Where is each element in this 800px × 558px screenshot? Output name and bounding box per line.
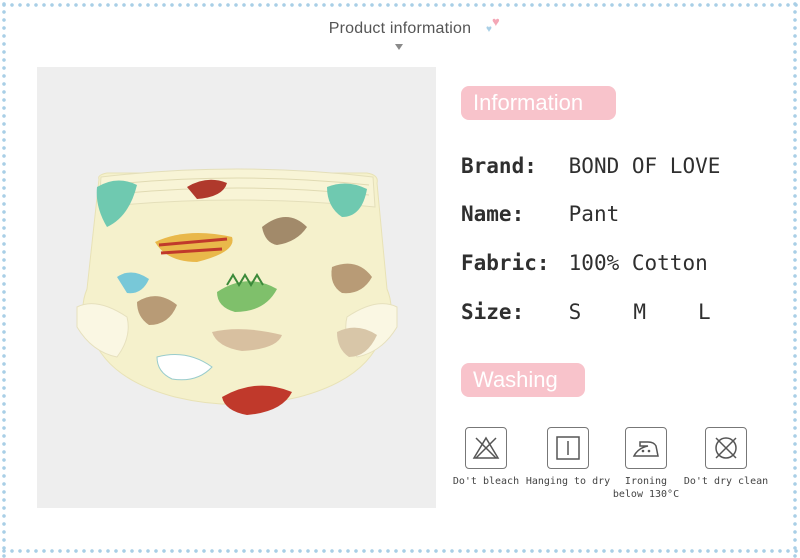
page-title: Product information: [328, 20, 472, 37]
page-header: Product information: [0, 20, 800, 38]
hang-dry-icon: [547, 427, 589, 469]
iron-label-line1: Ironing: [624, 476, 668, 487]
fabric-row: Fabric: 100% Cotton: [461, 251, 708, 275]
hang-dry-label: Hanging to dry: [525, 476, 611, 487]
size-option-l: L: [697, 300, 711, 324]
iron-label: Ironing below 130°C: [601, 475, 691, 501]
product-photo: [37, 67, 436, 508]
brand-row: Brand: BOND OF LOVE: [461, 154, 720, 178]
no-dry-clean-icon: [705, 427, 747, 469]
brand-label: Brand:: [461, 154, 537, 178]
fabric-value: 100% Cotton: [568, 251, 708, 275]
name-row: Name: Pant: [461, 202, 619, 226]
down-arrow-icon: [395, 44, 403, 50]
no-bleach-label: Do't bleach: [452, 476, 520, 487]
iron-icon: [625, 427, 667, 469]
care-no-dry-clean: Do't dry clean: [681, 427, 771, 488]
care-iron: Ironing below 130°C: [601, 427, 691, 501]
washing-heading: Washing: [461, 363, 585, 397]
fabric-label: Fabric:: [461, 251, 550, 275]
dotted-border-top: [0, 2, 800, 8]
size-option-m: M: [633, 300, 646, 324]
size-option-s: S: [568, 300, 582, 324]
size-label: Size:: [461, 300, 525, 324]
information-heading: Information: [461, 86, 616, 120]
hearts-icon: ♥♥: [486, 14, 500, 35]
dotted-border-right: [792, 0, 798, 558]
no-bleach-icon: [465, 427, 507, 469]
brand-value: BOND OF LOVE: [568, 154, 721, 178]
name-value: Pant: [568, 202, 620, 226]
dotted-border-left: [1, 0, 7, 558]
care-no-bleach: Do't bleach: [441, 427, 531, 488]
no-dry-clean-label: Do't dry clean: [683, 476, 769, 487]
dotted-border-bottom: [0, 548, 800, 554]
size-row: Size: S M L: [461, 300, 750, 324]
care-hang-dry: Hanging to dry: [523, 427, 613, 488]
name-label: Name:: [461, 202, 525, 226]
iron-label-line2: below 130°C: [612, 489, 680, 500]
